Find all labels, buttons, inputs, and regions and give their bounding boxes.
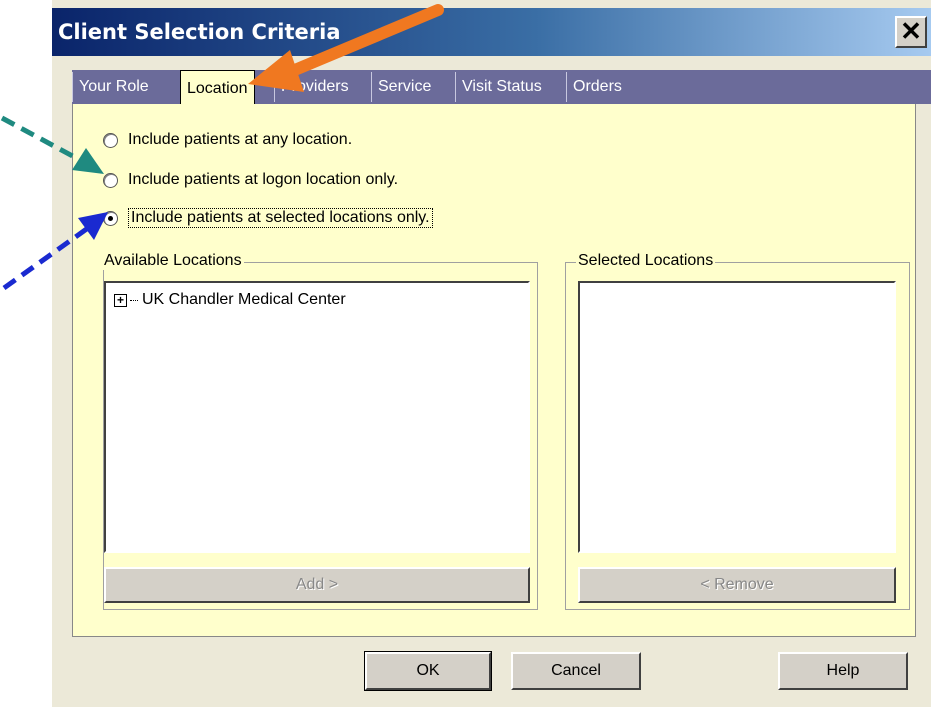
help-button[interactable]: Help — [778, 652, 908, 690]
tree-item[interactable]: + UK Chandler Medical Center — [114, 291, 346, 309]
tab-location[interactable]: Location — [180, 70, 255, 106]
close-icon: ✕ — [900, 16, 922, 46]
radio-label: Include patients at any location. — [128, 131, 353, 148]
available-locations-tree[interactable]: + UK Chandler Medical Center — [104, 281, 530, 553]
radio-selected-locations[interactable]: Include patients at selected locations o… — [103, 204, 433, 232]
available-locations-group: Available Locations + UK Chandler Medica… — [102, 252, 538, 610]
radio-button[interactable] — [103, 132, 118, 148]
tree-connector — [130, 299, 138, 301]
add-button[interactable]: Add > — [104, 567, 530, 603]
tab-your-role[interactable]: Your Role — [72, 72, 155, 102]
radio-button[interactable] — [103, 210, 118, 226]
available-locations-legend: Available Locations — [102, 252, 244, 270]
location-tab-panel: Include patients at any location. Includ… — [72, 104, 916, 637]
tab-visit-status[interactable]: Visit Status — [455, 72, 548, 102]
title-bar[interactable]: Client Selection Criteria ✕ — [52, 8, 931, 56]
close-button[interactable]: ✕ — [895, 16, 927, 48]
expand-plus-icon[interactable]: + — [114, 293, 127, 307]
cancel-button[interactable]: Cancel — [511, 652, 641, 690]
radio-logon-location[interactable]: Include patients at logon location only. — [103, 166, 398, 194]
selected-locations-legend: Selected Locations — [576, 252, 716, 270]
radio-any-location[interactable]: Include patients at any location. — [103, 126, 352, 154]
tab-orders[interactable]: Orders — [566, 72, 628, 102]
selected-locations-group: Selected Locations < Remove — [565, 252, 910, 610]
ok-button[interactable]: OK — [364, 651, 492, 691]
client-selection-dialog: Client Selection Criteria ✕ Your Role Lo… — [52, 0, 931, 707]
window-title: Client Selection Criteria — [58, 20, 341, 44]
remove-button[interactable]: < Remove — [578, 567, 896, 603]
radio-label: Include patients at logon location only. — [128, 171, 399, 188]
tab-strip: Your Role Location Providers Service Vis… — [72, 70, 931, 106]
tree-item-label: UK Chandler Medical Center — [142, 291, 346, 308]
tab-service[interactable]: Service — [371, 72, 437, 102]
radio-label: Include patients at selected locations o… — [128, 208, 433, 228]
radio-button[interactable] — [103, 172, 118, 188]
selected-locations-list[interactable] — [578, 281, 896, 553]
tab-providers[interactable]: Providers — [274, 72, 355, 102]
